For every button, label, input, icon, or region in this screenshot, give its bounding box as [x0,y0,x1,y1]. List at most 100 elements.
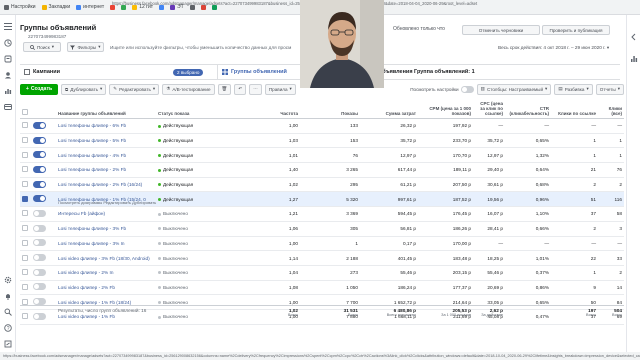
breakdown-button[interactable]: ▤ Разбивка ▾ [554,83,593,95]
review-publish-button[interactable]: Проверить и публикация [542,25,610,35]
filters-button[interactable]: Фильтры ▾ [67,42,104,52]
reports-button[interactable]: Отчеты ▾ [595,83,624,95]
row-checkbox[interactable] [22,239,28,246]
delivery-toggle[interactable] [33,180,46,188]
row-checkbox[interactable] [22,137,28,144]
table-row[interactable]: Losi телефоны флипер - 5% Fb Действующая 1… [20,134,624,149]
delivery-toggle[interactable] [33,136,46,144]
search-button[interactable]: Поиск ▾ [23,42,61,52]
table-row[interactable]: Losi video флипер - 2% Fb Выключено 1,08 1 … [20,281,624,296]
reports-icon[interactable] [3,86,13,95]
delivery-toggle[interactable] [33,283,46,291]
col-header-spend[interactable]: Сумма затрат [360,111,418,116]
search-filter-hint[interactable]: Ищите или используйте фильтры, чтобы уме… [110,45,291,50]
campaigns-selected-badge[interactable]: 2 выбрано [173,68,217,76]
tab-campaigns[interactable]: Кампании [20,69,173,75]
col-header-name[interactable]: Название группы объявлений [56,111,156,116]
row-checkbox[interactable] [22,254,28,261]
delivery-toggle[interactable] [33,165,46,173]
select-all-checkbox[interactable] [22,109,28,115]
table-row[interactable]: Losi телефоны флипер - 4% Fb Действующая 1… [20,148,624,164]
delivery-toggle[interactable] [33,239,46,247]
col-header-all-clicks[interactable]: Клики (все) [598,106,624,116]
adset-name-cell[interactable]: Losi video флипер - 3% Fb (18/30, Androi… [56,256,156,261]
account-overview-icon[interactable] [3,38,13,47]
adset-name-cell[interactable]: Losi video флипер - 2% Fb [56,285,156,290]
adset-name-cell[interactable]: Losi телефоны флипер - 3% In [56,241,156,246]
campaigns-icon[interactable] [3,54,13,63]
adset-name-cell[interactable]: Losi телефоны флипер - 2% Fb (16/24) [56,182,156,187]
bookmark-item[interactable]: Настройки [4,4,36,10]
col-header-cpc[interactable]: CPC (цена за клик по ссылке) [473,101,505,116]
settings-icon[interactable] [3,275,13,284]
col-header-cpm[interactable]: CPM (цена за 1 000 показов) [418,106,473,116]
col-header-ctr[interactable]: CTR (кликабельность) [505,106,551,116]
help-icon[interactable]: ? [3,323,13,332]
delivery-toggle[interactable] [33,254,46,262]
row-checkbox[interactable] [22,210,28,217]
date-range-picker[interactable]: Весь срок действия: 4 окт 2018 г. – 29 и… [498,45,609,51]
row-checkbox[interactable] [22,195,28,202]
adset-name-cell[interactable]: Losi video флипер - 2% In [56,270,156,275]
trash-button[interactable]: 🗑 [217,83,232,95]
delivery-toggle[interactable] [33,209,46,217]
create-button[interactable]: + Создать [20,83,58,95]
delivery-toggle[interactable] [33,268,46,276]
expand-panel-icon[interactable] [630,33,637,41]
col-header-impressions[interactable]: Показы [300,111,360,116]
view-setup-toggle[interactable]: Посмотреть настройки [410,85,474,93]
row-checkbox[interactable] [22,181,28,188]
row-quick-actions[interactable]: Посмотреть диаграммы Редактировать Дубли… [58,200,156,205]
row-checkbox[interactable] [22,225,28,232]
chart-panel-icon[interactable] [630,55,638,63]
delivery-toggle[interactable] [33,195,46,203]
col-header-frequency[interactable]: Частота [267,111,300,116]
adset-name-cell[interactable]: Losi телефоны флипер - 5% Fb [56,138,156,143]
duplicate-button[interactable]: ⧉ Дублировать ▾ [61,83,107,95]
col-header-link-clicks[interactable]: Клики по ссылке [551,111,598,116]
notifications-icon[interactable] [3,291,13,300]
discard-drafts-button[interactable]: Отменить черновики [462,25,540,35]
bookmark-item[interactable]: Закладки [41,4,70,10]
row-checkbox[interactable] [22,283,28,290]
search-nav-icon[interactable] [3,307,13,316]
table-row[interactable]: Интересы Fb (айфон) Выключено 1,21 3 369 594… [20,207,624,222]
report-problem-icon[interactable] [3,339,13,348]
delivery-toggle[interactable] [33,151,46,159]
adset-name-cell[interactable]: Losi телефоны флипер - 6% Fb [56,123,156,128]
table-row[interactable]: Losi телефоны флипер - 3% Fb Выключено 1,0… [20,222,624,237]
adset-name-cell[interactable]: Интересы Fb (айфон) [56,211,156,216]
columns-button[interactable]: ▥ Столбцы: Настраиваемый ▾ [476,83,552,95]
row-checkbox[interactable] [22,269,28,276]
rules-button[interactable]: Правила ▾ [264,83,296,95]
col-header-status[interactable]: Статус показа [156,111,251,116]
edit-button[interactable]: ✎ Редактировать ▾ [109,83,160,95]
adset-name-cell[interactable]: Losi video флипер - 1% Fb (18/24) [56,300,156,305]
adset-name-cell[interactable]: Losi телефоны флипер - 2% Fb [56,167,156,172]
row-checkbox[interactable] [22,166,28,173]
table-row[interactable]: Losi телефоны флипер - 2% Fb (16/24) Дейс… [20,178,624,193]
menu-icon[interactable] [3,22,13,31]
view-setup-switch[interactable] [460,85,474,93]
more-button[interactable]: ⋯ [249,83,262,95]
billing-icon[interactable] [3,102,13,111]
row-checkbox[interactable] [22,122,28,129]
bookmark-item[interactable]: интернет [76,4,104,10]
delivery-toggle[interactable] [33,224,46,232]
table-row[interactable]: Losi video флипер - 2% In Выключено 1,04 27… [20,266,624,281]
table-row[interactable]: Losi телефоны флипер - 2% Fb Действующая 1… [20,163,624,178]
table-row[interactable]: Losi телефоны флипер - 3% In Выключено 1,0… [20,237,624,252]
row-checkbox[interactable] [22,151,28,158]
adset-name-cell[interactable]: Losi телефоны флипер - 4% Fb [56,153,156,158]
audiences-icon[interactable] [3,70,13,79]
table-row[interactable]: Losi телефоны флипер - 1% Fb (15/24, 0 Де… [20,192,624,208]
row-checkbox[interactable] [22,298,28,305]
table-row[interactable]: Losi телефоны флипер - 6% Fb Действующая 1… [20,119,624,134]
undo-button[interactable]: ↶ [234,83,247,95]
presenter-video [300,0,384,88]
table-row[interactable]: Losi video флипер - 3% Fb (18/30, Androi… [20,251,624,266]
page-title[interactable]: Группы объявлений [20,23,96,32]
ab-test-button[interactable]: ⚗ A/B-тестирование [162,83,215,95]
adset-name-cell[interactable]: Losi телефоны флипер - 3% Fb [56,226,156,231]
delivery-toggle[interactable] [33,121,46,129]
